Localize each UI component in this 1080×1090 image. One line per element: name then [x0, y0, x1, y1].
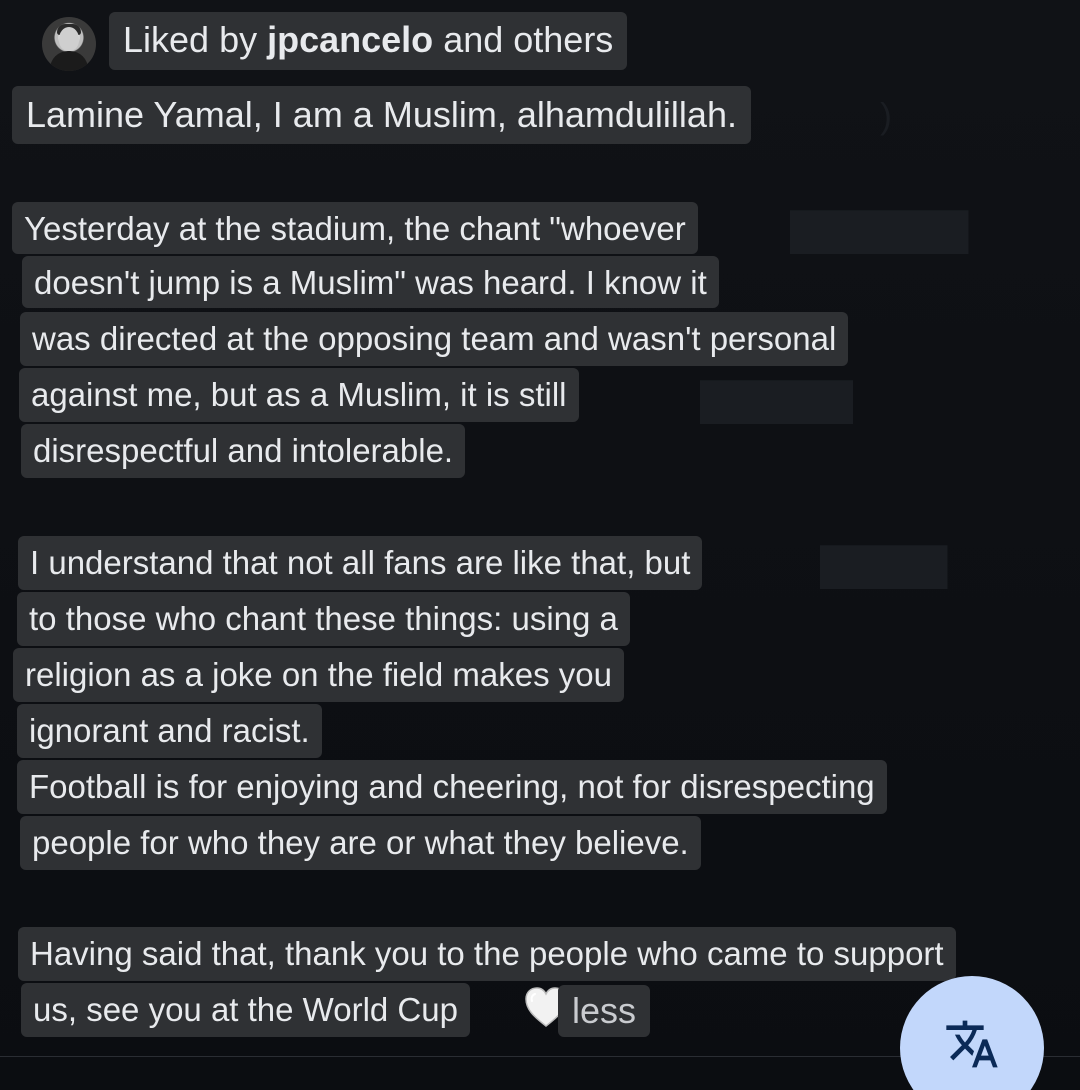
post-text-line: religion as a joke on the field makes yo… [13, 648, 625, 702]
background-text-fragment: █████ [820, 545, 948, 586]
background-text-fragment: ██████ [700, 380, 854, 421]
post-text-line: against me, but as a Muslim, it is still [19, 368, 579, 422]
post-text-line: Yesterday at the stadium, the chant "who… [12, 202, 698, 254]
liked-username[interactable]: jpcancelo [267, 19, 433, 60]
less-button[interactable]: less [558, 985, 651, 1037]
translation-overlay-screen: ) ███████ ██████ █████ Liked by jpcancel… [0, 0, 1080, 1090]
post-text-line: people for who they are or what they bel… [20, 816, 701, 870]
post-text-line: ignorant and racist. [17, 704, 322, 758]
post-text-line: Lamine Yamal, I am a Muslim, alhamdulill… [12, 86, 751, 144]
post-text-line: disrespectful and intolerable. [21, 424, 466, 478]
liked-suffix: and others [443, 19, 614, 60]
post-text-line: to those who chant these things: using a [17, 592, 630, 646]
liker-avatar[interactable] [42, 17, 96, 71]
post-text-line: doesn't jump is a Muslim" was heard. I k… [22, 256, 719, 308]
translate-button[interactable] [900, 976, 1044, 1090]
background-text-fragment: ███████ [790, 210, 969, 251]
post-text-line: Having said that, thank you to the peopl… [18, 927, 956, 981]
liked-prefix: Liked by [123, 19, 258, 60]
post-text-line: I understand that not all fans are like … [18, 536, 703, 590]
liked-by-label[interactable]: Liked by jpcancelo and others [109, 12, 628, 70]
translate-icon [946, 1020, 998, 1068]
post-text-line: was directed at the opposing team and wa… [20, 312, 849, 366]
post-text-line: Football is for enjoying and cheering, n… [17, 760, 887, 814]
background-text-fragment: ) [880, 95, 892, 136]
post-text-line: us, see you at the World Cup [21, 983, 470, 1037]
